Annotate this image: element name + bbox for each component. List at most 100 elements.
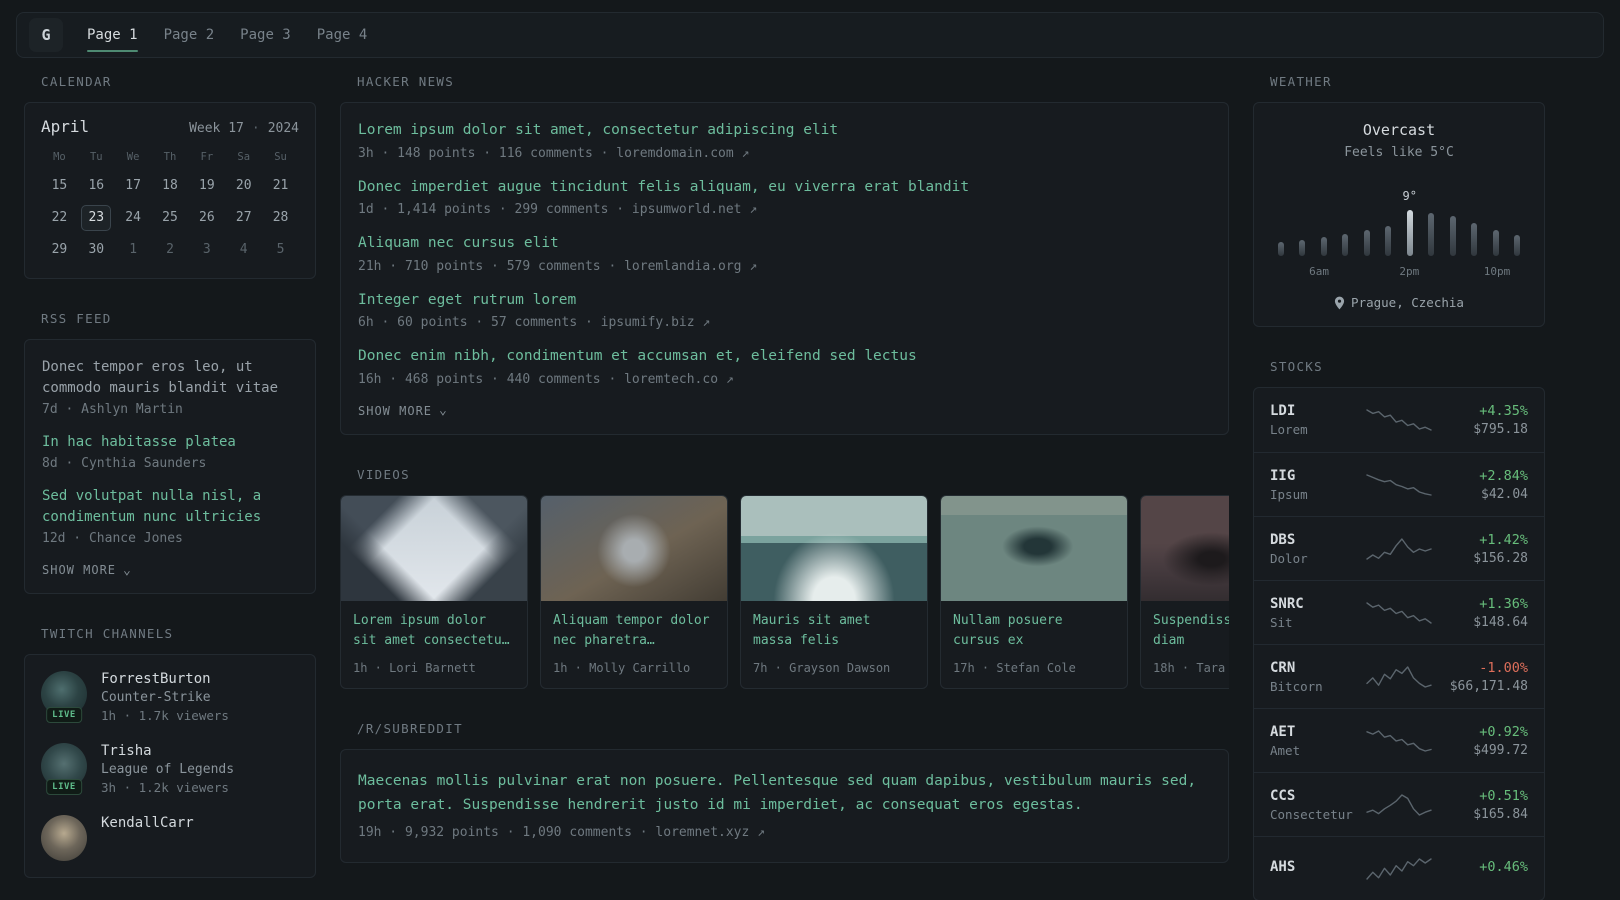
videos-section-title: VIDEOS [357,466,410,482]
stock-row[interactable]: AHS +0.46% [1254,836,1544,900]
weather-bar [1449,216,1456,256]
twitch-channel[interactable]: LIVE Trisha League of Legends 3h · 1.2k … [41,743,299,795]
video-card[interactable]: Suspendisse diam 18h · Tara [1140,494,1229,689]
weather-peak-temp: 9° [1402,189,1417,203]
weather-bar: 9° [1402,189,1417,256]
calendar-day-number: 30 [88,242,105,257]
weather-time-label: 2pm [1399,265,1420,278]
stock-row[interactable]: LDI Lorem +4.35% $795.18 [1254,388,1544,452]
calendar-day-number: 27 [235,210,252,225]
hackernews-item-title[interactable]: Integer eget rutrum lorem [358,291,1211,311]
avatar: LIVE [41,671,87,723]
twitch-section-title: TWITCH CHANNELS [41,626,174,641]
calendar-day: 3 [188,235,225,264]
stock-price: $795.18 [1473,422,1528,437]
hackernews-item-title[interactable]: Donec imperdiet augue tincidunt felis al… [358,178,1211,198]
live-badge: LIVE [46,779,82,795]
calendar-day-number: 28 [272,210,289,225]
calendar-month: April [41,117,90,136]
channel-game[interactable]: Counter-Strike [101,690,229,705]
channel-name[interactable]: ForrestBurton [101,671,229,687]
calendar-card: April Week 17 · 2024 Mo Tu We Th Fr Sa Su [24,102,316,279]
video-card[interactable]: Aliquam tempor dolor nec pharetra… 1h · … [540,494,728,689]
video-meta: 18h · Tara [1153,660,1226,675]
calendar-weekday: Mo [53,151,66,163]
stock-values: +1.42% $156.28 [1434,532,1528,566]
weather-bar [1363,230,1370,256]
show-more-label: SHOW MORE [358,403,433,418]
channel-name[interactable]: KendallCarr [101,815,194,831]
hackernews-card: Lorem ipsum dolor sit amet, consectetur … [340,102,1229,435]
rss-item-title[interactable]: Sed volutpat nulla nisl, a condimentum n… [42,486,298,528]
calendar-day: 4 [225,235,262,264]
hackernews-show-more-button[interactable]: SHOW MORE ⌄ [358,404,448,418]
stock-identity: AET Amet [1270,724,1364,758]
subreddit-widget: /R/SUBREDDIT Maecenas mollis pulvinar er… [340,721,1229,863]
twitch-channel[interactable]: LIVE ForrestBurton Counter-Strike 1h · 1… [41,671,299,723]
stock-chart-area [1364,856,1434,882]
calendar-day-number: 2 [166,242,174,257]
twitch-card: LIVE ForrestBurton Counter-Strike 1h · 1… [24,654,316,878]
stock-price: $148.64 [1473,614,1528,630]
page-tab-label: Page 3 [240,27,291,43]
page-tab[interactable]: Page 2 [164,13,215,57]
stock-change: +0.51% [1479,787,1528,804]
stock-row[interactable]: CRN Bitcorn -1.00% $66,171.48 [1254,644,1544,708]
video-card[interactable]: Lorem ipsum dolor sit amet consectetu… 1… [340,494,528,689]
hackernews-item-title[interactable]: Lorem ipsum dolor sit amet, consectetur … [358,121,1211,141]
page-tab[interactable]: Page 4 [317,13,368,57]
video-card-body: Mauris sit amet massa felis 7h · Grayson… [741,601,927,688]
calendar-week-year: Week 17 · 2024 [189,121,299,136]
show-more-label: SHOW MORE [42,563,117,577]
weather-location: Prague, Czechia [1270,295,1528,310]
rss-item: Donec tempor eros leo, ut commodo mauris… [42,357,298,417]
stock-row[interactable]: AET Amet +0.92% $499.72 [1254,708,1544,772]
calendar-day: 29 [41,235,78,264]
channel-meta: 3h · 1.2k viewers [101,780,229,795]
stock-symbol: DBS [1270,531,1296,548]
video-card-body: Nullam posuere cursus ex 17h · Stefan Co… [941,601,1127,688]
stock-symbol: LDI [1270,403,1296,419]
calendar-day-number: 15 [51,178,68,193]
weather-condition: Overcast [1362,121,1436,139]
channel-game[interactable]: League of Legends [101,762,234,777]
subreddit-item-meta: 19h · 9,932 points · 1,090 comments · lo… [358,824,765,840]
calendar-day-number: 21 [272,178,289,193]
hackernews-item-title[interactable]: Aliquam nec cursus elit [358,234,1211,254]
stock-row[interactable]: IIG Ipsum +2.84% $42.04 [1254,452,1544,516]
weather-bar [1385,226,1392,256]
weather-bar [1278,242,1284,256]
weather-bar [1299,240,1306,256]
video-meta: 17h · Stefan Cole [953,660,1076,675]
video-card[interactable]: Nullam posuere cursus ex 17h · Stefan Co… [940,494,1128,689]
calendar-day-number: 26 [199,210,215,225]
channel-name[interactable]: Trisha [101,743,234,759]
stock-sparkline [1366,729,1432,752]
rss-show-more-button[interactable]: SHOW MORE ⌄ [42,563,132,577]
stock-row[interactable]: DBS Dolor +1.42% $156.28 [1254,516,1544,580]
rss-item-title[interactable]: In hac habitasse platea [42,432,298,453]
video-title: Aliquam tempor dolor nec pharetra… [553,612,710,648]
hackernews-item-title[interactable]: Donec enim nibh, condimentum et accumsan… [358,347,1211,367]
video-card[interactable]: Mauris sit amet massa felis 7h · Grayson… [740,494,928,689]
subreddit-item-title[interactable]: Maecenas mollis pulvinar erat non posuer… [358,770,1211,818]
video-thumbnail [941,495,1127,601]
page-tab[interactable]: Page 1 [87,13,138,57]
stock-symbol: AHS [1270,859,1296,875]
calendar-weekday: Tu [89,151,103,163]
rss-item: In hac habitasse platea 8d · Cynthia Sau… [42,432,298,471]
page-tab[interactable]: Page 3 [240,13,291,57]
rss-item-title[interactable]: Donec tempor eros leo, ut commodo mauris… [42,357,298,399]
right-column: WEATHER Overcast Feels like 5°C 9° 6am 2… [1253,74,1545,900]
stock-identity: LDI Lorem [1270,403,1364,437]
weather-widget: WEATHER Overcast Feels like 5°C 9° 6am 2… [1253,74,1545,327]
video-thumbnail [341,495,527,601]
stock-identity: CCS Consectetur [1270,788,1364,822]
twitch-channel[interactable]: KendallCarr [41,815,299,861]
stock-row[interactable]: CCS Consectetur +0.51% $165.84 [1254,772,1544,836]
stock-row[interactable]: SNRC Sit +1.36% $148.64 [1254,580,1544,644]
channel-meta: 1h · 1.7k viewers [101,708,229,723]
weather-bar [1428,213,1435,256]
calendar-week-label: Week 17 [189,121,244,136]
calendar-day: 18 [152,171,189,200]
